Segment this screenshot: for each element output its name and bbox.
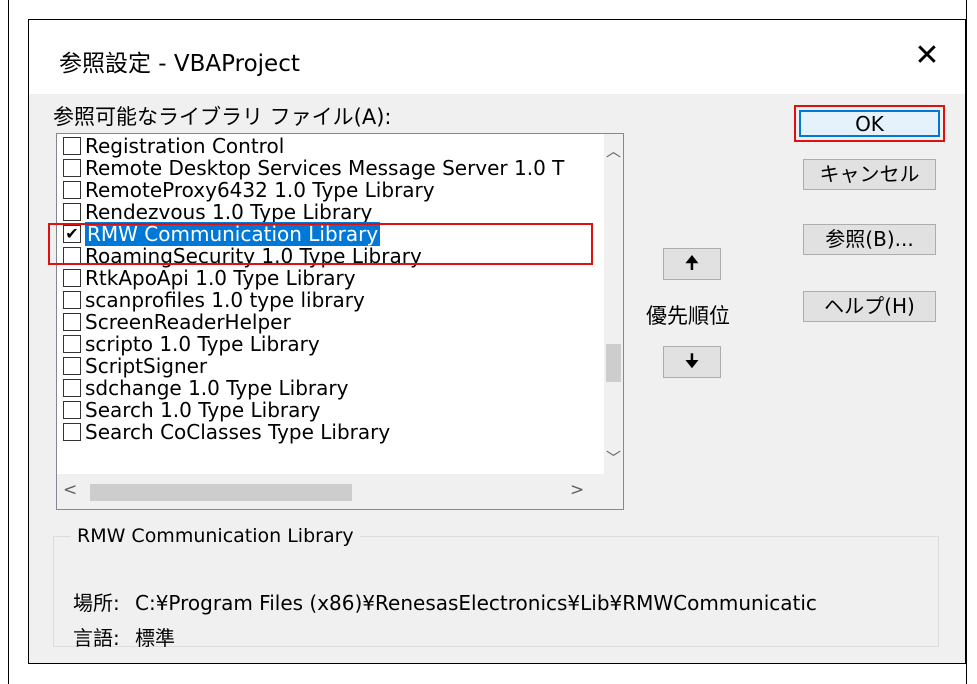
list-item-label: ScriptSigner [85,354,208,378]
arrow-up-icon: 🠉 [684,253,700,274]
list-item-label: Registration Control [85,134,285,158]
ok-button-label: OK [799,110,940,137]
arrow-down-icon: 🠋 [684,351,700,372]
reference-checkbox[interactable] [63,203,81,221]
reference-checkbox[interactable] [63,247,81,265]
list-item[interactable]: sdchange 1.0 Type Library [63,376,348,400]
list-item-label: Remote Desktop Services Message Server 1… [85,156,565,180]
reference-checkbox[interactable] [63,159,81,177]
dialog-title: 参照設定 - VBAProject [59,51,300,77]
help-button[interactable]: ヘルプ(H) [803,291,936,322]
list-item-label: RemoteProxy6432 1.0 Type Library [85,178,435,202]
list-item[interactable]: Search 1.0 Type Library [63,398,320,422]
reference-checkbox[interactable] [63,181,81,199]
language-value: 標準 [135,626,175,650]
priority-label: 優先順位 [646,304,730,328]
language-row: 言語: 標準 [73,622,175,651]
list-item[interactable]: scripto 1.0 Type Library [63,332,320,356]
reference-checkbox[interactable] [63,335,81,353]
list-item[interactable]: ScreenReaderHelper [63,310,291,334]
list-item-label: scanprofiles 1.0 type library [85,288,365,312]
location-label: 場所: [73,591,120,615]
scroll-down-icon[interactable]: ﹀ [604,447,623,468]
list-item[interactable]: ScriptSigner [63,354,207,378]
scroll-left-icon[interactable]: < [63,480,77,500]
available-references-label: 参照可能なライブラリ ファイル(A): [53,105,392,129]
language-label: 言語: [73,626,120,650]
references-listbox[interactable]: Registration Control Remote Desktop Servi… [56,133,624,510]
scrollbar-corner [604,474,623,509]
reference-checkbox[interactable] [63,379,81,397]
list-item[interactable]: RemoteProxy6432 1.0 Type Library [63,178,435,202]
list-item-label: Search CoClasses Type Library [85,420,391,444]
reference-checkbox[interactable] [63,137,81,155]
browse-button[interactable]: 参照(B)... [803,224,936,255]
list-item-label: RoamingSecurity 1.0 Type Library [85,244,422,268]
scroll-up-icon[interactable]: ︿ [604,140,623,161]
references-dialog: 参照設定 - VBAProject ✕ 参照可能なライブラリ ファイル(A): … [28,19,966,664]
scroll-right-icon[interactable]: > [570,480,584,500]
list-item[interactable]: scanprofiles 1.0 type library [63,288,365,312]
list-item[interactable]: RtkApoApi 1.0 Type Library [63,266,356,290]
horizontal-scroll-thumb[interactable] [90,484,352,501]
references-list-rows: Registration Control Remote Desktop Servi… [57,134,604,474]
reference-checkbox[interactable]: ✔ [63,225,81,243]
location-row: 場所: C:¥Program Files (x86)¥RenesasElectro… [73,587,817,616]
reference-checkbox[interactable] [63,269,81,287]
list-item[interactable]: ✔ RMW Communication Library [63,222,381,246]
list-item[interactable]: RoamingSecurity 1.0 Type Library [63,244,422,268]
reference-checkbox[interactable] [63,401,81,419]
horizontal-scrollbar[interactable]: < > [57,474,604,509]
reference-checkbox[interactable] [63,313,81,331]
reference-checkbox[interactable] [63,423,81,441]
list-item-label: RtkApoApi 1.0 Type Library [85,266,356,290]
list-item-label: Search 1.0 Type Library [85,398,321,422]
reference-checkbox[interactable] [63,357,81,375]
close-icon[interactable]: ✕ [907,36,947,76]
reference-checkbox[interactable] [63,291,81,309]
list-item-label: scripto 1.0 Type Library [85,332,320,356]
vertical-scrollbar[interactable]: ︿ ﹀ [604,134,623,474]
list-item-label: sdchange 1.0 Type Library [85,376,349,400]
list-item-label: ScreenReaderHelper [85,310,291,334]
location-value: C:¥Program Files (x86)¥RenesasElectronic… [135,591,817,615]
list-item[interactable]: Rendezvous 1.0 Type Library [63,200,372,224]
vertical-scroll-thumb[interactable] [606,344,621,382]
priority-up-button[interactable]: 🠉 [663,248,721,280]
title-bar: 参照設定 - VBAProject ✕ [29,20,965,94]
list-item[interactable]: Search CoClasses Type Library [63,420,390,444]
list-item-label: Rendezvous 1.0 Type Library [85,200,373,224]
list-item[interactable]: Registration Control [63,134,284,158]
priority-down-button[interactable]: 🠋 [663,346,721,378]
ok-button[interactable]: OK [794,105,945,142]
list-item-label: RMW Communication Library [85,222,381,246]
details-group-title: RMW Communication Library [71,525,360,547]
cancel-button[interactable]: キャンセル [803,159,936,190]
list-item[interactable]: Remote Desktop Services Message Server 1… [63,156,564,180]
